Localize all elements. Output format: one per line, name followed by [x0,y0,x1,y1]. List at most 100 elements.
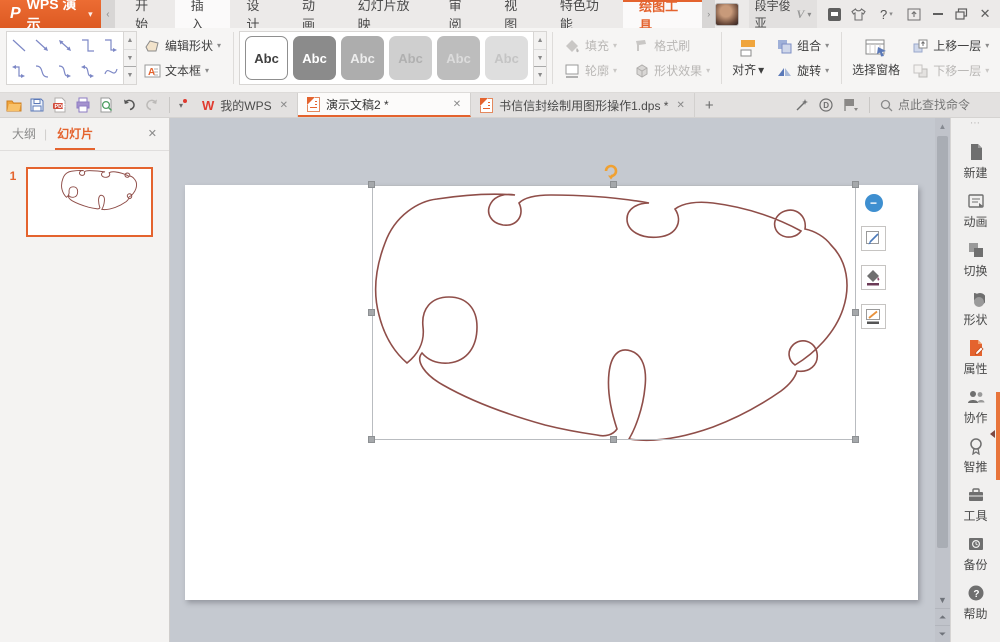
sidebar-item-shapes[interactable]: 形状 [951,290,1000,328]
sidebar-grip-icon[interactable]: ⋯ [970,118,981,132]
elbow-arrow-connector-icon[interactable] [100,32,123,58]
resize-handle-se[interactable] [852,436,859,443]
print-preview-icon[interactable] [98,97,114,113]
curved-arrow-connector-icon[interactable] [53,58,76,84]
resize-handle-w[interactable] [368,309,375,316]
selection-pane-button[interactable]: 选择窗格 [847,36,905,80]
collapse-ribbon-button[interactable] [907,6,921,22]
align-button[interactable]: 对齐▾ [727,36,769,80]
gallery-scroll-up-icon[interactable]: ▲ [124,32,136,49]
resize-handle-n[interactable] [610,181,617,188]
curved-double-arrow-connector-icon[interactable] [77,58,100,84]
collapse-toolbar-button[interactable]: − [865,194,883,212]
menu-tab-slideshow[interactable]: 幻灯片放映 [342,0,433,28]
slide-page[interactable] [185,185,918,600]
sidebar-item-smart-recommend[interactable]: 智推 [951,437,1000,475]
shape-style-2[interactable]: Abc [293,36,336,80]
sidebar-item-properties[interactable]: 属性 [951,339,1000,377]
app-logo[interactable]: P WPS 演示 ▾ [0,0,101,28]
textbox-button[interactable]: A 文本框▾ [141,60,224,81]
sidebar-item-help[interactable]: ? 帮助 [951,584,1000,622]
close-button[interactable]: ✕ [978,6,992,22]
scroll-up-icon[interactable]: ▲ [935,118,950,134]
elbow-connector-icon[interactable] [77,32,100,58]
undo-icon[interactable] [121,97,137,113]
sidebar-item-transition[interactable]: 切换 [951,241,1000,279]
tab-scroll-right-button[interactable]: › [702,0,715,28]
feedback-flag-icon[interactable] [843,98,859,112]
tab-scroll-left-button[interactable]: ‹ [101,0,116,28]
double-arrow-shape-icon[interactable] [53,32,76,58]
tab-presentation2[interactable]: 演示文稿2 * ✕ [298,93,471,117]
tab-my-wps[interactable]: W 我的WPS ✕ [193,93,298,117]
sidebar-item-tools[interactable]: 工具 [951,486,1000,524]
close-tab-icon[interactable]: ✕ [676,100,684,111]
shape-gallery[interactable] [6,31,124,85]
shape-style-5[interactable]: Abc [437,36,480,80]
slide-thumbnail-1[interactable] [26,167,153,237]
menu-tab-design[interactable]: 设计 [230,0,286,28]
curved-connector-icon[interactable] [30,58,53,84]
rotate-handle-icon[interactable] [602,162,620,180]
menu-tab-insert[interactable]: 插入 [175,0,231,28]
new-tab-button[interactable]: + [695,93,724,117]
next-slide-button[interactable]: ⏷ [935,625,950,642]
resize-handle-ne[interactable] [852,181,859,188]
tab-letter-envelope-doc[interactable]: 书信信封绘制用图形操作1.dps * ✕ [471,93,695,117]
redo-icon[interactable] [144,97,160,113]
menu-tab-special-features[interactable]: 特色功能 [544,0,623,28]
customize-qat-icon[interactable]: ▾ [179,101,187,110]
edit-points-button[interactable] [861,226,886,251]
menu-tab-review[interactable]: 审阅 [433,0,489,28]
menu-tab-animation[interactable]: 动画 [286,0,342,28]
tab-outline[interactable]: 大纲 [12,125,36,142]
sidebar-item-animation[interactable]: 动画 [951,192,1000,230]
format-painter-button[interactable]: 格式刷 [630,35,713,56]
gallery-scroll-down-icon[interactable]: ▼ [124,49,136,67]
sidebar-item-collaboration[interactable]: 协作 [951,388,1000,426]
resize-handle-nw[interactable] [368,181,375,188]
style-scroll-up-icon[interactable]: ▲ [534,32,546,49]
skin-button[interactable] [851,6,866,22]
gallery-more-icon[interactable]: ▼ [124,66,136,84]
menu-tab-home[interactable]: 开始 [119,0,175,28]
edit-shape-button[interactable]: 编辑形状▾ [141,35,224,56]
menu-tab-view[interactable]: 视图 [488,0,544,28]
shape-style-1[interactable]: Abc [245,36,288,80]
bring-forward-button[interactable]: 上移一层▾ [909,35,992,56]
freeform-curve-icon[interactable] [100,58,123,84]
shape-effects-button[interactable]: 形状效果▾ [630,60,713,81]
shape-style-4[interactable]: Abc [389,36,432,80]
docer-icon[interactable]: D [819,98,833,112]
fill-color-button[interactable] [861,265,886,290]
scrollbar-thumb[interactable] [937,136,948,548]
scroll-down-icon[interactable]: ▼ [935,591,950,608]
line-shape-icon[interactable] [7,32,30,58]
elbow-double-arrow-connector-icon[interactable] [7,58,30,84]
message-button[interactable] [827,6,841,22]
shape-style-6[interactable]: Abc [485,36,528,80]
minimize-button[interactable] [931,6,945,22]
style-gallery-scroll[interactable]: ▲ ▼ ▼ [534,31,547,85]
help-button[interactable]: ? ▾ [876,6,897,22]
user-avatar[interactable] [715,3,739,26]
tab-slides[interactable]: 幻灯片 [55,118,95,150]
search-input[interactable] [898,98,994,112]
resize-handle-e[interactable] [852,309,859,316]
pane-expand-tab[interactable] [996,392,1000,480]
resize-handle-sw[interactable] [368,436,375,443]
save-icon[interactable] [29,97,45,113]
group-button[interactable]: 组合▾ [773,35,832,56]
fill-button[interactable]: 填充▾ [561,35,620,56]
arrow-shape-icon[interactable] [30,32,53,58]
vertical-scrollbar[interactable]: ▲ ▼ ⏶ ⏷ [935,118,950,642]
resize-handle-s[interactable] [610,436,617,443]
close-panel-icon[interactable]: ✕ [148,127,157,140]
menu-tab-drawing-tools[interactable]: 绘图工具 [623,0,702,28]
export-pdf-icon[interactable]: PDF [52,97,68,113]
shape-style-3[interactable]: Abc [341,36,384,80]
pane-expand-arrow-icon[interactable] [986,430,995,438]
style-more-icon[interactable]: ▼ [534,66,546,84]
open-folder-icon[interactable] [6,97,22,113]
sidebar-item-new[interactable]: 新建 [951,143,1000,181]
